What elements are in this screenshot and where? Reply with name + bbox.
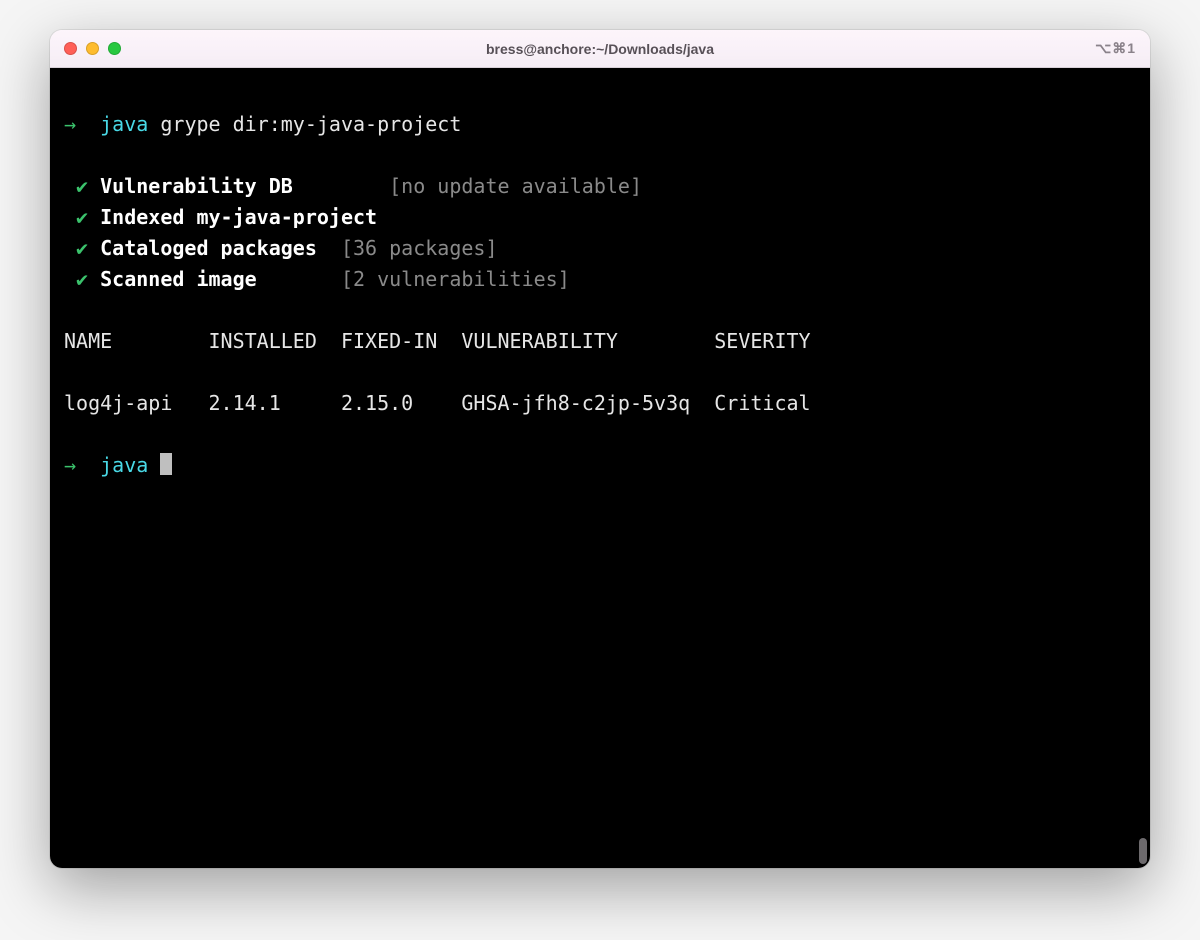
cursor-icon: [160, 453, 172, 475]
column-header: INSTALLED: [209, 329, 341, 353]
shortcut-indicator: ⌥⌘1: [1095, 40, 1136, 57]
traffic-lights: [64, 42, 121, 55]
terminal-body[interactable]: → java grype dir:my-java-project ✔ Vulne…: [50, 68, 1150, 868]
check-icon: ✔: [76, 236, 88, 260]
command-text: grype dir:my-java-project: [160, 112, 461, 136]
table-cell: 2.15.0: [341, 391, 461, 415]
prompt-arrow-icon: →: [64, 453, 76, 477]
window-title: bress@anchore:~/Downloads/java: [486, 41, 714, 57]
close-icon[interactable]: [64, 42, 77, 55]
status-lines: ✔ Vulnerability DB [no update available]…: [64, 171, 1136, 295]
window-titlebar[interactable]: bress@anchore:~/Downloads/java ⌥⌘1: [50, 30, 1150, 68]
column-header: FIXED-IN: [341, 329, 461, 353]
prompt-line-2[interactable]: → java: [64, 450, 1136, 481]
column-header: SEVERITY: [714, 329, 834, 353]
status-line: ✔ Vulnerability DB [no update available]: [64, 171, 1136, 202]
status-line: ✔ Scanned image [2 vulnerabilities]: [64, 264, 1136, 295]
table-row: log4j-api 2.14.1 2.15.0 GHSA-jfh8-c2jp-5…: [64, 388, 1136, 419]
prompt-context: java: [100, 453, 148, 477]
status-note: [no update available]: [389, 174, 642, 198]
maximize-icon[interactable]: [108, 42, 121, 55]
table-cell: 2.14.1: [209, 391, 341, 415]
status-label: Indexed my-java-project: [100, 205, 389, 229]
status-line: ✔ Cataloged packages [36 packages]: [64, 233, 1136, 264]
status-label: Vulnerability DB: [100, 174, 389, 198]
minimize-icon[interactable]: [86, 42, 99, 55]
table-header: NAME INSTALLED FIXED-IN VULNERABILITY SE…: [64, 326, 1136, 357]
status-label: Cataloged packages: [100, 236, 341, 260]
status-line: ✔ Indexed my-java-project: [64, 202, 1136, 233]
column-header: VULNERABILITY: [461, 329, 714, 353]
check-icon: ✔: [76, 205, 88, 229]
check-icon: ✔: [76, 267, 88, 291]
prompt-line-1: → java grype dir:my-java-project: [64, 109, 1136, 140]
table-cell: log4j-api: [64, 391, 209, 415]
column-header: NAME: [64, 329, 209, 353]
status-label: Scanned image: [100, 267, 341, 291]
prompt-context: java: [100, 112, 148, 136]
terminal-window: bress@anchore:~/Downloads/java ⌥⌘1 → jav…: [50, 30, 1150, 868]
table-rows: log4j-api 2.14.1 2.15.0 GHSA-jfh8-c2jp-5…: [64, 388, 1136, 419]
table-cell: Critical: [714, 391, 834, 415]
check-icon: ✔: [76, 174, 88, 198]
prompt-arrow-icon: →: [64, 112, 76, 136]
status-note: [36 packages]: [341, 236, 498, 260]
table-cell: GHSA-jfh8-c2jp-5v3q: [461, 391, 714, 415]
scrollbar[interactable]: [1139, 838, 1147, 864]
status-note: [2 vulnerabilities]: [341, 267, 570, 291]
